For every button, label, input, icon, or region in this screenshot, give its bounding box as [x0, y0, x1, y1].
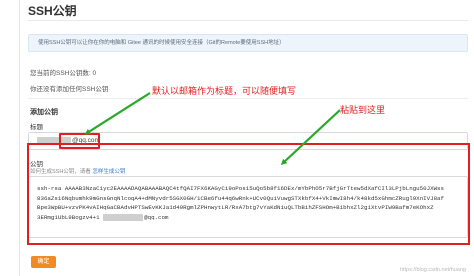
info-text: 使用SSH公钥可以让你在你的电脑和 Gitee 通讯的时候使用安全连接（Git的… [38, 40, 285, 46]
confirm-button[interactable]: 确定 [31, 256, 56, 268]
no-keys-text: 你还没有添加任何SSH公钥 [30, 86, 109, 93]
watermark: https://blog.csdn.net/huang [399, 267, 466, 273]
ssh-key-settings-page: SSH公钥 使用SSH公钥可以让你在你的电脑和 Gitee 通讯的时候使用安全连… [0, 0, 474, 276]
annotation-paste-note: 粘贴到这里 [340, 105, 386, 115]
section-divider [28, 98, 468, 99]
key-highlight-box [27, 143, 470, 245]
title-divider [28, 20, 468, 21]
add-key-heading: 添加公钥 [30, 109, 58, 116]
title-label: 标题 [30, 124, 43, 131]
page-title: SSH公钥 [28, 4, 77, 18]
key-count-text: 您当前的SSH公钥数: 0 [30, 70, 97, 77]
info-banner: 使用SSH公钥可以让你在你的电脑和 Gitee 通讯的时候使用安全连接（Git的… [28, 34, 468, 52]
left-border [19, 0, 20, 276]
annotation-title-note: 默认以邮箱作为标题，可以随便填写 [152, 86, 297, 96]
arrow-to-title [84, 92, 151, 135]
